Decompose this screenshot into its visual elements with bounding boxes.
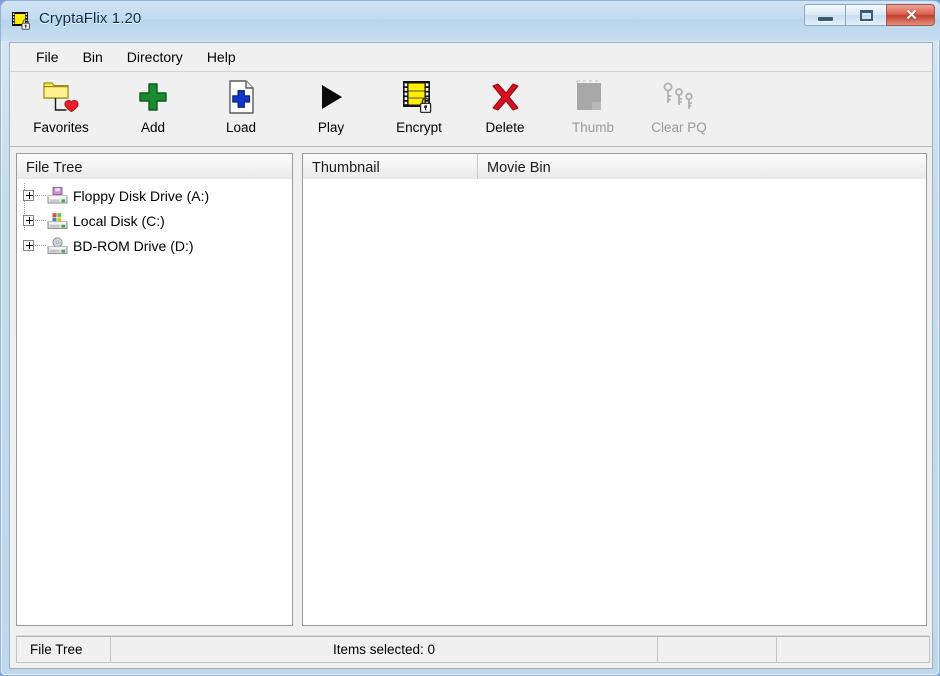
- menu-bar: File Bin Directory Help: [10, 43, 932, 72]
- toolbar: Favorites Add Load Play Encrypt Delete T…: [10, 72, 932, 147]
- window-controls: ✕: [804, 4, 935, 28]
- tree-item-bd-rom-drive[interactable]: BD-ROM Drive (D:): [21, 233, 292, 258]
- green-plus-icon: [136, 75, 170, 119]
- minimize-icon: [818, 17, 833, 21]
- floppy-drive-icon: [47, 186, 68, 205]
- toolbar-button-add[interactable]: Add: [115, 75, 191, 143]
- file-tree[interactable]: Floppy Disk Drive (A:) Local Disk (C:) B…: [17, 179, 292, 258]
- restore-icon: [860, 10, 873, 21]
- toolbar-label-delete: Delete: [485, 120, 525, 135]
- movie-bin-header-row: Thumbnail Movie Bin: [303, 154, 926, 179]
- optical-drive-icon: [47, 236, 68, 255]
- tree-item-label: Local Disk (C:): [73, 212, 165, 229]
- hard-disk-icon: [47, 212, 68, 230]
- film-lock-icon: [12, 11, 32, 30]
- page-blue-plus-icon: [224, 75, 258, 119]
- client-area: File Bin Directory Help Favorites Add Lo…: [9, 42, 933, 669]
- expander-plus-icon[interactable]: [23, 215, 34, 226]
- status-pane-mode: File Tree: [16, 636, 111, 663]
- expander-plus-icon[interactable]: [23, 190, 34, 201]
- restore-button[interactable]: [845, 4, 886, 26]
- tree-connector: [35, 219, 46, 222]
- title-bar[interactable]: CryptaFlix 1.20 ✕: [1, 1, 940, 41]
- file-tree-pane: File Tree Floppy Disk Drive (A:) Local D…: [16, 153, 293, 626]
- keys-icon: [658, 75, 700, 119]
- column-header-thumbnail[interactable]: Thumbnail: [303, 154, 478, 179]
- toolbar-label-add: Add: [140, 120, 166, 135]
- close-icon: ✕: [905, 7, 918, 24]
- minimize-button[interactable]: [804, 4, 845, 26]
- tree-connector: [35, 244, 46, 247]
- status-pane-four: [776, 636, 930, 663]
- menu-item-help[interactable]: Help: [195, 46, 248, 68]
- movie-bin-list[interactable]: [303, 179, 926, 625]
- toolbar-label-load: Load: [225, 120, 257, 135]
- status-bar: File Tree Items selected: 0: [16, 635, 930, 663]
- status-pane-items: Items selected: 0: [110, 636, 658, 663]
- status-pane-three: [657, 636, 777, 663]
- tree-connector: [35, 194, 46, 197]
- red-x-icon: [488, 75, 522, 119]
- tree-item-local-disk[interactable]: Local Disk (C:): [21, 208, 292, 233]
- application-window: CryptaFlix 1.20 ✕ File Bin Directory Hel…: [0, 0, 940, 676]
- toolbar-button-favorites[interactable]: Favorites: [23, 75, 99, 143]
- toolbar-button-delete[interactable]: Delete: [467, 75, 543, 143]
- toolbar-label-play: Play: [317, 120, 345, 135]
- menu-item-directory[interactable]: Directory: [115, 46, 195, 68]
- toolbar-label-favorites: Favorites: [33, 120, 89, 135]
- play-triangle-icon: [314, 75, 348, 119]
- film-lock-icon: [400, 75, 438, 119]
- column-header-movie-bin[interactable]: Movie Bin: [478, 154, 926, 179]
- toolbar-label-clear-pq: Clear PQ: [651, 120, 707, 135]
- menu-item-file[interactable]: File: [24, 46, 71, 68]
- menu-item-bin[interactable]: Bin: [71, 46, 115, 68]
- thumbnail-icon: [573, 75, 613, 119]
- tree-item-label: Floppy Disk Drive (A:): [73, 187, 210, 204]
- tree-item-floppy-disk-drive[interactable]: Floppy Disk Drive (A:): [21, 183, 292, 208]
- toolbar-label-encrypt: Encrypt: [396, 120, 442, 135]
- toolbar-button-play[interactable]: Play: [293, 75, 369, 143]
- expander-plus-icon[interactable]: [23, 240, 34, 251]
- toolbar-button-load[interactable]: Load: [203, 75, 279, 143]
- toolbar-button-thumb[interactable]: Thumb: [555, 75, 631, 143]
- window-title: CryptaFlix 1.20: [39, 10, 142, 27]
- file-tree-header[interactable]: File Tree: [17, 154, 292, 179]
- toolbar-button-encrypt[interactable]: Encrypt: [381, 75, 457, 143]
- toolbar-label-thumb: Thumb: [571, 120, 615, 135]
- tree-item-label: BD-ROM Drive (D:): [73, 237, 194, 254]
- folder-heart-icon: [40, 75, 82, 119]
- toolbar-button-clear-pq[interactable]: Clear PQ: [641, 75, 717, 143]
- movie-bin-pane: Thumbnail Movie Bin: [302, 153, 927, 626]
- file-tree-header-row: File Tree: [17, 154, 292, 179]
- pane-splitter[interactable]: [294, 153, 301, 626]
- close-button[interactable]: ✕: [886, 4, 935, 26]
